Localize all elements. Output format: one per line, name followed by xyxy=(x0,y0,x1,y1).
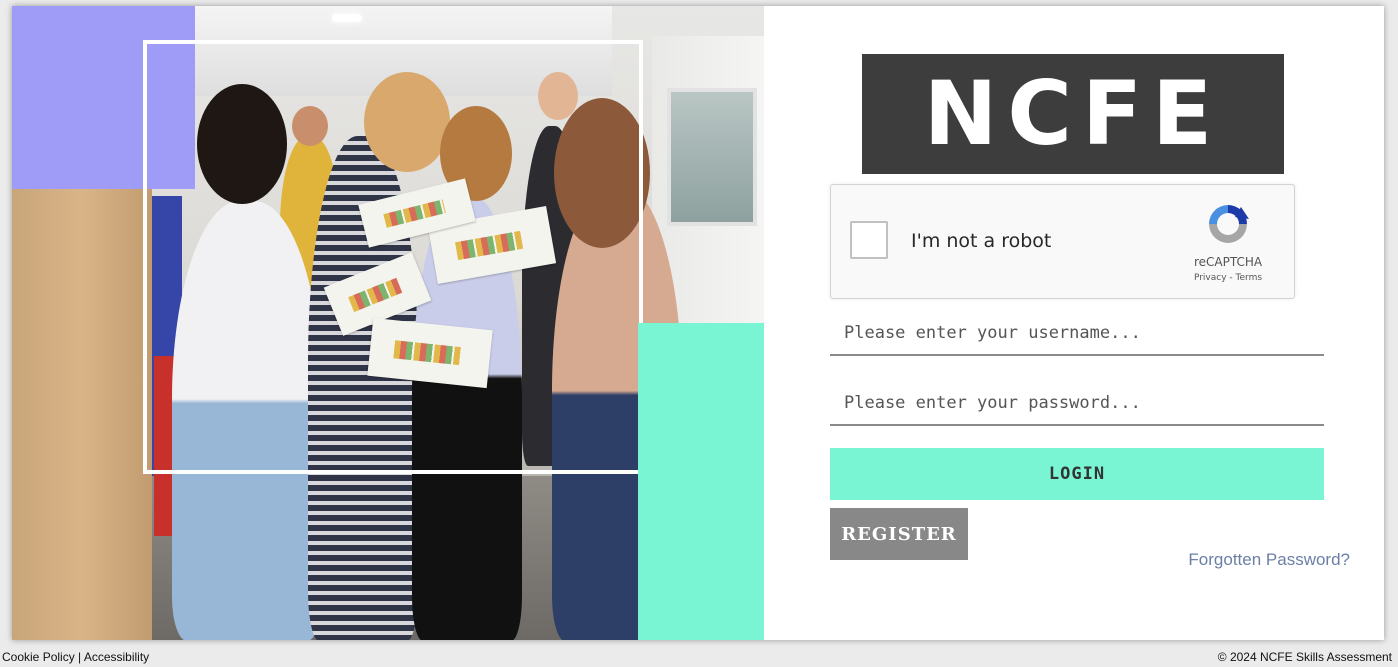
recaptcha-icon xyxy=(1209,205,1249,243)
recaptcha-widget: I'm not a robot reCAPTCHA Privacy - Term… xyxy=(830,184,1295,299)
ncfe-logo: NCFE xyxy=(862,54,1284,180)
recaptcha-privacy-link[interactable]: Privacy xyxy=(1194,273,1227,283)
recaptcha-brand: reCAPTCHA xyxy=(1193,255,1263,269)
forgot-password-link[interactable]: Forgotten Password? xyxy=(1188,550,1350,570)
logo-notch xyxy=(862,174,1002,180)
recaptcha-checkbox[interactable] xyxy=(850,221,888,259)
hero-photo xyxy=(12,6,764,640)
hero-teal-block xyxy=(638,323,764,640)
footer-separator: | xyxy=(74,650,84,664)
hero-ceiling-light xyxy=(332,14,362,22)
recaptcha-logo: reCAPTCHA Privacy - Terms xyxy=(1178,201,1278,283)
logo-text: NCFE xyxy=(923,62,1223,165)
login-button[interactable]: LOGIN xyxy=(830,448,1324,500)
footer-copyright: © 2024 NCFE Skills Assessment xyxy=(1217,650,1392,664)
recaptcha-links: Privacy - Terms xyxy=(1178,273,1278,283)
recaptcha-terms-link[interactable]: Terms xyxy=(1236,273,1263,283)
register-button[interactable]: REGISTER xyxy=(830,508,968,560)
hero-white-frame xyxy=(143,40,643,474)
accessibility-link[interactable]: Accessibility xyxy=(84,650,149,664)
hero-window xyxy=(667,88,757,226)
cookie-policy-link[interactable]: Cookie Policy xyxy=(2,650,75,664)
password-input[interactable] xyxy=(830,382,1324,426)
footer-links: Cookie Policy | Accessibility xyxy=(2,650,149,664)
username-input[interactable] xyxy=(830,312,1324,356)
hero-wood-panel xyxy=(12,186,152,640)
recaptcha-links-separator: - xyxy=(1226,273,1236,283)
recaptcha-label: I'm not a robot xyxy=(911,230,1052,252)
